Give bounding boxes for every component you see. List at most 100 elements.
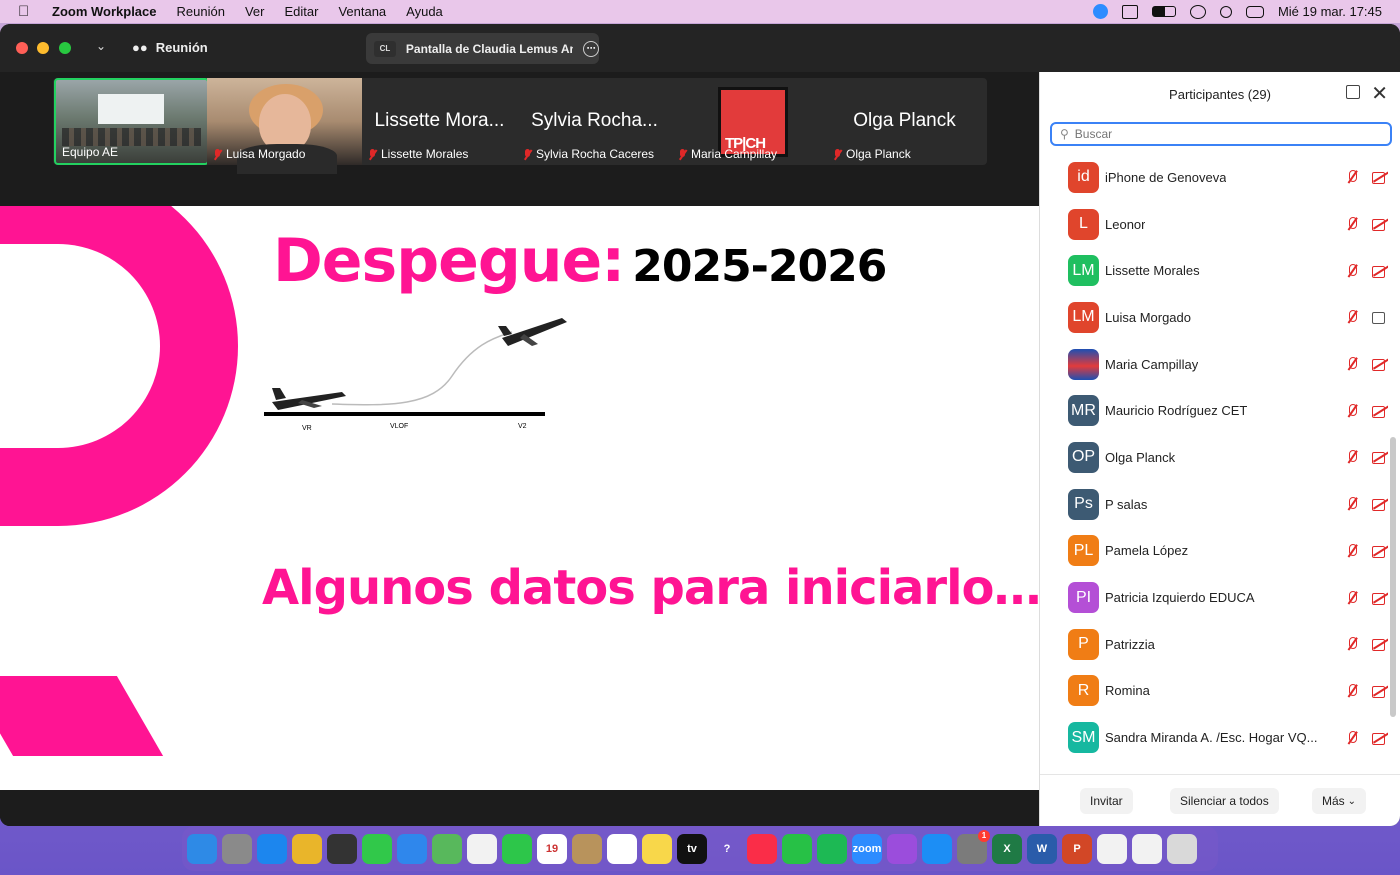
- pdf-file-icon[interactable]: [1132, 833, 1162, 864]
- menubar-clock[interactable]: Mié 19 mar. 17:45: [1278, 4, 1382, 19]
- apple-tv-icon[interactable]: tv: [677, 833, 707, 864]
- muted-mic-icon[interactable]: [1344, 263, 1360, 279]
- calendar-icon[interactable]: 19: [537, 833, 567, 864]
- participant-row[interactable]: PI Patricia Izquierdo EDUCA: [1040, 574, 1388, 621]
- search-input[interactable]: [1074, 127, 1355, 141]
- video-off-icon[interactable]: [1372, 358, 1388, 372]
- zoom-status-icon[interactable]: [1092, 4, 1108, 19]
- invite-button[interactable]: Invitar: [1080, 788, 1133, 814]
- notes-icon[interactable]: [642, 833, 672, 864]
- safari-icon[interactable]: [257, 833, 287, 864]
- chevron-down-icon[interactable]: ⌄: [96, 39, 106, 53]
- participant-row[interactable]: Ps P salas: [1040, 481, 1388, 528]
- menu-ayuda[interactable]: Ayuda: [406, 4, 443, 19]
- word-icon[interactable]: W: [1027, 833, 1057, 864]
- music-icon[interactable]: [747, 833, 777, 864]
- muted-mic-icon[interactable]: [1344, 543, 1360, 559]
- participant-row[interactable]: R Romina: [1040, 668, 1388, 715]
- video-tile-equipo-ae[interactable]: Equipo AE: [54, 78, 209, 165]
- video-off-icon[interactable]: [1372, 171, 1388, 185]
- maps-icon[interactable]: [432, 833, 462, 864]
- participant-row[interactable]: LM Luisa Morgado: [1040, 294, 1388, 341]
- photos-icon[interactable]: [467, 833, 497, 864]
- menu-app-name[interactable]: Zoom Workplace: [52, 4, 157, 19]
- spotify-icon[interactable]: [817, 833, 847, 864]
- participant-row[interactable]: L Leonor: [1040, 201, 1388, 248]
- mute-all-button[interactable]: Silenciar a todos: [1170, 788, 1279, 814]
- contacts-icon[interactable]: [572, 833, 602, 864]
- video-tile-lissette-morales[interactable]: Lissette Mora... Lissette Morales: [362, 78, 517, 165]
- search-icon[interactable]: [1219, 5, 1232, 18]
- battery-icon[interactable]: [1151, 6, 1176, 17]
- menu-ver[interactable]: Ver: [245, 4, 265, 19]
- close-window-button[interactable]: [16, 42, 28, 54]
- video-off-icon[interactable]: [1372, 732, 1388, 745]
- apple-icon[interactable]: : [18, 3, 40, 20]
- video-on-icon[interactable]: [1372, 311, 1388, 325]
- muted-mic-icon[interactable]: [1344, 449, 1360, 465]
- video-tile-sylvia-rocha[interactable]: Sylvia Rocha... Sylvia Rocha Caceres: [517, 78, 672, 165]
- muted-mic-icon[interactable]: [1344, 216, 1360, 232]
- menu-editar[interactable]: Editar: [284, 4, 318, 19]
- muted-mic-icon[interactable]: [1344, 636, 1360, 652]
- vpn-icon[interactable]: [1121, 4, 1138, 19]
- muted-mic-icon[interactable]: [1344, 169, 1360, 185]
- meeting-menu[interactable]: ●● Reunión: [132, 40, 208, 55]
- launchpad-icon[interactable]: [222, 833, 252, 864]
- participant-row[interactable]: PL Pamela López: [1040, 528, 1388, 575]
- documents-icon[interactable]: [1097, 833, 1127, 864]
- screen-share-indicator[interactable]: CL Pantalla de Claudia Lemus An ⋯: [366, 33, 599, 64]
- participant-row[interactable]: OP Olga Planck: [1040, 434, 1388, 481]
- control-center-icon[interactable]: [1245, 5, 1264, 18]
- more-options-icon[interactable]: ⋯: [583, 40, 599, 57]
- whatsapp-icon[interactable]: [782, 833, 812, 864]
- help-icon[interactable]: ?: [712, 834, 742, 864]
- app-store-icon[interactable]: [922, 833, 952, 864]
- chrome-icon[interactable]: [292, 833, 322, 864]
- video-off-icon[interactable]: [1372, 451, 1388, 465]
- participant-row[interactable]: id iPhone de Genoveva: [1040, 154, 1388, 201]
- muted-mic-icon[interactable]: [1344, 403, 1360, 419]
- more-button[interactable]: Más ⌄: [1312, 788, 1367, 814]
- muted-mic-icon[interactable]: [1344, 309, 1360, 325]
- mail-icon[interactable]: [397, 833, 427, 864]
- muted-mic-icon[interactable]: [1344, 730, 1360, 746]
- muted-mic-icon[interactable]: [1344, 590, 1360, 606]
- video-off-icon[interactable]: [1372, 638, 1388, 652]
- video-tile-olga-planck[interactable]: Olga Planck Olga Planck: [827, 78, 982, 165]
- reminders-icon[interactable]: [607, 833, 637, 864]
- video-off-icon[interactable]: [1372, 218, 1388, 232]
- zoom-icon[interactable]: zoom: [852, 833, 882, 864]
- pop-out-icon[interactable]: [1346, 85, 1360, 99]
- podcasts-icon[interactable]: [887, 833, 917, 864]
- facetime-icon[interactable]: [502, 833, 532, 864]
- video-off-icon[interactable]: [1372, 405, 1388, 418]
- powerpoint-icon[interactable]: P: [1062, 833, 1092, 864]
- video-tile-maria-campillay[interactable]: Maria Campillay: [672, 78, 827, 165]
- fullscreen-window-button[interactable]: [59, 42, 71, 54]
- system-settings-icon[interactable]: 1: [957, 829, 990, 864]
- video-off-icon[interactable]: [1372, 265, 1388, 278]
- menu-reunion[interactable]: Reunión: [177, 4, 225, 19]
- participant-row[interactable]: LM Lissette Morales: [1040, 247, 1388, 294]
- finder-icon[interactable]: [187, 833, 217, 864]
- video-off-icon[interactable]: [1372, 592, 1388, 605]
- close-icon[interactable]: ✕: [1371, 81, 1388, 106]
- video-off-icon[interactable]: [1372, 685, 1388, 698]
- participant-list-scrollbar[interactable]: [1390, 437, 1396, 717]
- minimize-window-button[interactable]: [37, 42, 49, 54]
- participant-row[interactable]: MR Mauricio Rodríguez CET: [1040, 387, 1388, 434]
- trash-icon[interactable]: [1167, 833, 1197, 864]
- muted-mic-icon[interactable]: [1344, 356, 1360, 372]
- notchmeister-icon[interactable]: [327, 833, 357, 864]
- excel-icon[interactable]: X: [992, 833, 1022, 864]
- airplay-icon[interactable]: [1189, 4, 1206, 19]
- messages-icon[interactable]: [362, 833, 392, 864]
- menu-ventana[interactable]: Ventana: [338, 4, 386, 19]
- participant-row[interactable]: SM Sandra Miranda A. /Esc. Hogar VQ...: [1040, 714, 1388, 761]
- video-off-icon[interactable]: [1372, 498, 1388, 512]
- participant-row[interactable]: P Patrizzia: [1040, 621, 1388, 668]
- muted-mic-icon[interactable]: [1344, 683, 1360, 699]
- participant-row[interactable]: Maria Campillay: [1040, 341, 1388, 388]
- video-tile-luisa-morgado[interactable]: Luisa Morgado: [207, 78, 362, 174]
